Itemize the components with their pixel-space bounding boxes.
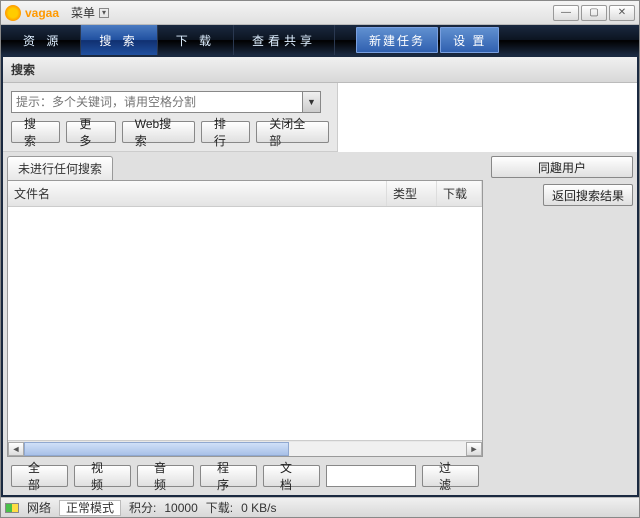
nav-download[interactable]: 下 载 xyxy=(158,25,234,55)
nav-new-task[interactable]: 新建任务 xyxy=(356,27,438,53)
filter-all-button[interactable]: 全部 xyxy=(11,465,68,487)
nav-settings[interactable]: 设 置 xyxy=(440,27,499,53)
scroll-left-icon[interactable]: ◄ xyxy=(8,442,24,456)
nav-search[interactable]: 搜 索 xyxy=(81,25,157,55)
close-button[interactable]: ✕ xyxy=(609,5,635,21)
return-results-button[interactable]: 返回搜索结果 xyxy=(543,184,633,206)
main-split: 未进行任何搜索 文件名 类型 下载 ◄ ► xyxy=(3,152,637,495)
status-dl-label: 下载: xyxy=(206,499,233,516)
filter-input[interactable] xyxy=(326,465,416,487)
scroll-thumb[interactable] xyxy=(24,442,289,456)
web-search-button[interactable]: Web搜索 xyxy=(122,121,195,143)
results-tab[interactable]: 未进行任何搜索 xyxy=(7,156,113,180)
app-window: vagaa 菜单 ▾ — ▢ ✕ 资 源 搜 索 下 载 查看共享 新建任务 设… xyxy=(0,0,640,518)
app-logo-icon xyxy=(5,5,21,21)
nav-view-share[interactable]: 查看共享 xyxy=(234,25,335,55)
horizontal-scrollbar[interactable]: ◄ ► xyxy=(8,440,482,456)
search-button[interactable]: 搜索 xyxy=(11,121,60,143)
preview-panel xyxy=(337,83,637,152)
minimize-button[interactable]: — xyxy=(553,5,579,21)
more-button[interactable]: 更多 xyxy=(66,121,115,143)
search-area: ▼ 搜索 更多 Web搜索 排行 关闭全部 xyxy=(3,83,337,152)
section-title: 搜索 xyxy=(3,57,637,83)
status-score-value: 10000 xyxy=(164,501,197,515)
filter-program-button[interactable]: 程序 xyxy=(200,465,257,487)
search-combo[interactable]: ▼ xyxy=(11,91,321,113)
col-type[interactable]: 类型 xyxy=(387,181,437,206)
search-input[interactable] xyxy=(12,95,302,109)
filter-document-button[interactable]: 文档 xyxy=(263,465,320,487)
filter-apply-button[interactable]: 过滤 xyxy=(422,465,479,487)
menu-dropdown-icon[interactable]: ▾ xyxy=(99,8,109,18)
search-dropdown-icon[interactable]: ▼ xyxy=(302,92,320,112)
col-filename[interactable]: 文件名 xyxy=(8,181,387,206)
filter-video-button[interactable]: 视频 xyxy=(74,465,131,487)
status-bar: 网络 正常模式 积分: 10000 下载: 0 KB/s xyxy=(1,497,639,517)
menu-button[interactable]: 菜单 xyxy=(71,4,95,21)
status-score-label: 积分: xyxy=(129,499,156,516)
rank-button[interactable]: 排行 xyxy=(201,121,250,143)
col-download[interactable]: 下载 xyxy=(437,181,482,206)
status-mode[interactable]: 正常模式 xyxy=(59,500,121,516)
results-list: 文件名 类型 下载 ◄ ► xyxy=(7,180,483,457)
app-name: vagaa xyxy=(25,6,59,20)
results-pane: 未进行任何搜索 文件名 类型 下载 ◄ ► xyxy=(3,152,487,495)
nav-resources[interactable]: 资 源 xyxy=(5,25,81,55)
status-network: 网络 xyxy=(27,499,51,516)
status-dl-value: 0 KB/s xyxy=(241,501,276,515)
maximize-button[interactable]: ▢ xyxy=(581,5,607,21)
content-frame: 搜索 ▼ 搜索 更多 Web搜索 排行 关闭全部 xyxy=(1,55,639,497)
main-navbar: 资 源 搜 索 下 载 查看共享 新建任务 设 置 xyxy=(1,25,639,55)
scroll-track[interactable] xyxy=(24,442,466,456)
list-body xyxy=(8,207,482,440)
window-controls: — ▢ ✕ xyxy=(553,5,635,21)
titlebar: vagaa 菜单 ▾ — ▢ ✕ xyxy=(1,1,639,25)
filter-row: 全部 视频 音频 程序 文档 过滤 xyxy=(7,457,483,495)
list-header: 文件名 类型 下载 xyxy=(8,181,482,207)
same-user-button[interactable]: 同趣用户 xyxy=(491,156,633,178)
scroll-right-icon[interactable]: ► xyxy=(466,442,482,456)
network-status-icon xyxy=(5,503,19,513)
filter-audio-button[interactable]: 音频 xyxy=(137,465,194,487)
side-pane: 同趣用户 返回搜索结果 xyxy=(487,152,637,495)
close-all-button[interactable]: 关闭全部 xyxy=(256,121,329,143)
